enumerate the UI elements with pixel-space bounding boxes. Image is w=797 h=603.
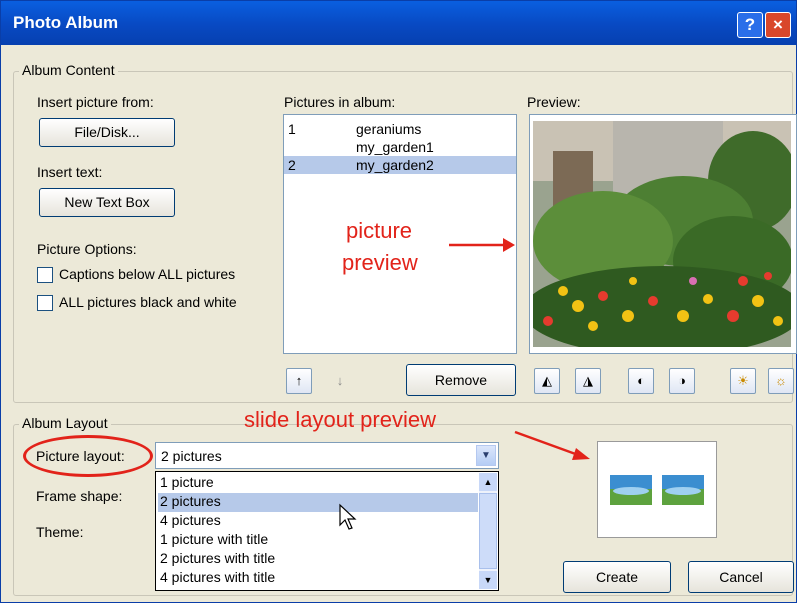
file-disk-button-label: File/Disk...	[74, 124, 140, 140]
move-down-button[interactable]: ↓	[327, 368, 353, 394]
new-text-box-button[interactable]: New Text Box	[39, 188, 175, 217]
scroll-thumb[interactable]	[479, 493, 497, 569]
layout-option[interactable]: 1 picture with title	[158, 531, 478, 550]
scroll-down-icon[interactable]: ▼	[479, 571, 497, 589]
picture-preview-annotation-line2: preview	[342, 250, 418, 275]
rotate-right-icon[interactable]: ◮	[575, 368, 601, 394]
create-button-label: Create	[595, 569, 639, 585]
picture-preview-annotation-line1: picture	[346, 218, 413, 243]
cancel-button-label: Cancel	[719, 569, 763, 585]
picture-layout-value: 2 pictures	[161, 448, 222, 464]
garden-photo	[533, 121, 791, 347]
picture-layout-select[interactable]: 2 pictures ▼	[155, 442, 499, 469]
insert-text-label: Insert text:	[37, 164, 103, 180]
close-icon[interactable]: ×	[765, 12, 791, 38]
layout-option[interactable]: 1 picture	[158, 474, 478, 493]
remove-button-label: Remove	[434, 372, 488, 388]
picture-number: 1	[288, 121, 296, 137]
help-icon[interactable]: ?	[737, 12, 763, 38]
picture-name: geraniums	[356, 121, 422, 137]
list-item[interactable]: 2 my_garden2	[284, 156, 516, 174]
album-layout-label: Album Layout	[19, 415, 111, 431]
album-content-label: Album Content	[19, 62, 118, 78]
brightness-up-icon[interactable]: ☀	[730, 368, 756, 394]
black-white-checkbox[interactable]	[37, 295, 53, 311]
picture-layout-options[interactable]: 1 picture 2 pictures 4 pictures 1 pictur…	[155, 471, 499, 591]
layout-option[interactable]: 4 pictures	[158, 512, 478, 531]
picture-number: 2	[288, 157, 296, 173]
contrast-down-icon[interactable]: ◑	[669, 368, 695, 394]
slide-layout-preview-annotation: slide layout preview	[244, 407, 436, 432]
frame-shape-label: Frame shape:	[36, 488, 123, 504]
slide-layout-arrow	[514, 430, 590, 460]
picture-preview-arrow	[449, 238, 515, 252]
new-text-box-button-label: New Text Box	[64, 194, 150, 210]
brightness-down-icon[interactable]: ☼	[768, 368, 794, 394]
picture-name: my_garden1	[356, 139, 434, 155]
slide-thumb-2	[662, 475, 704, 505]
cancel-button[interactable]: Cancel	[688, 561, 794, 593]
layout-option[interactable]: 2 pictures	[158, 493, 478, 512]
captions-checkbox-label[interactable]: Captions below ALL pictures	[59, 266, 235, 282]
contrast-up-icon[interactable]: ◐	[628, 368, 654, 394]
photo-album-dialog: Photo Album ? × Album Content Insert pic…	[0, 0, 797, 603]
mouse-cursor-icon	[339, 503, 357, 530]
list-item[interactable]: 1 geraniums	[284, 120, 516, 138]
scroll-up-icon[interactable]: ▲	[479, 473, 497, 491]
file-disk-button[interactable]: File/Disk...	[39, 118, 175, 147]
rotate-left-icon[interactable]: ◭	[534, 368, 560, 394]
move-up-button[interactable]: ↑	[286, 368, 312, 394]
picture-layout-highlight	[23, 435, 153, 477]
picture-options-label: Picture Options:	[37, 241, 137, 257]
slide-thumb-1	[610, 475, 652, 505]
slide-layout-preview	[597, 441, 717, 538]
preview-label: Preview:	[527, 94, 581, 110]
captions-checkbox[interactable]	[37, 267, 53, 283]
pictures-in-album-label: Pictures in album:	[284, 94, 396, 110]
black-white-checkbox-label[interactable]: ALL pictures black and white	[59, 294, 237, 310]
insert-picture-from-label: Insert picture from:	[37, 94, 154, 110]
list-item[interactable]: my_garden1	[284, 138, 516, 156]
window-title: Photo Album	[13, 13, 119, 32]
picture-preview	[529, 114, 797, 354]
layout-option[interactable]: 4 pictures with title	[158, 569, 478, 588]
options-scrollbar[interactable]: ▲ ▼	[479, 473, 497, 589]
dropdown-arrow-icon[interactable]: ▼	[476, 445, 496, 466]
picture-name: my_garden2	[356, 157, 434, 173]
create-button[interactable]: Create	[563, 561, 671, 593]
theme-label: Theme:	[36, 524, 84, 540]
layout-option[interactable]: 2 pictures with title	[158, 550, 478, 569]
remove-button[interactable]: Remove	[406, 364, 516, 396]
title-bar: Photo Album ? ×	[1, 1, 796, 45]
